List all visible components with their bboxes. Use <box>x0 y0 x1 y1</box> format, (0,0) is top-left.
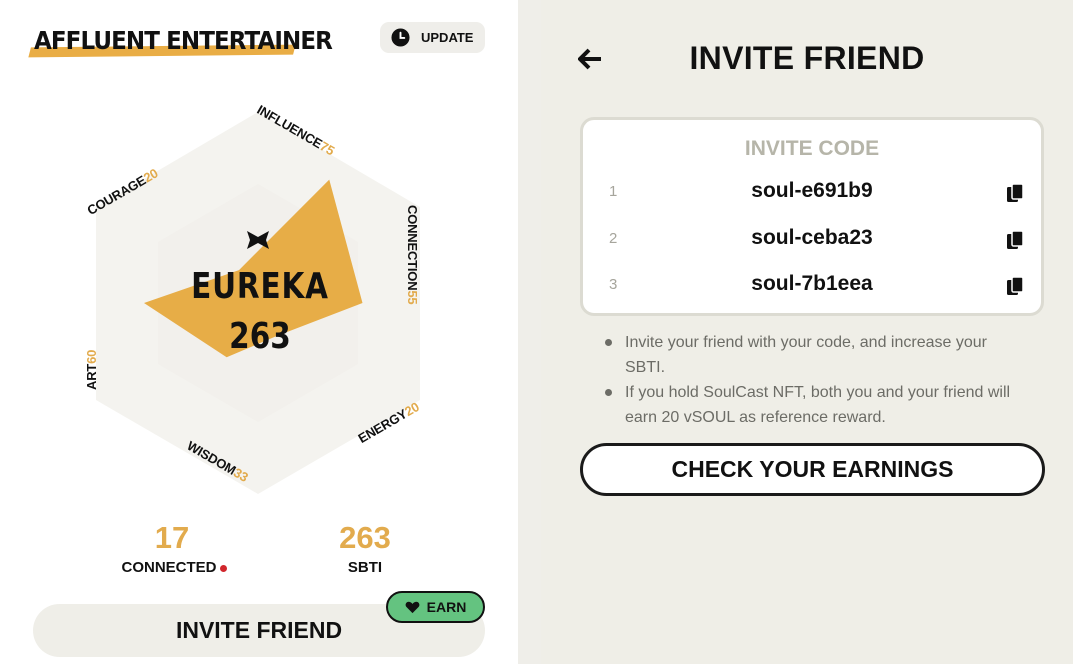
code-value: soul-7b1eea <box>751 272 873 295</box>
stat-label-art: ART60 <box>84 349 99 390</box>
copy-icon[interactable] <box>1006 230 1024 250</box>
page-title: INVITE FRIEND <box>689 40 925 76</box>
update-label: UPDATE <box>421 30 474 45</box>
soul-type-name: EUREKA <box>191 266 329 307</box>
soul-score: 263 <box>229 316 291 357</box>
profile-panel: AFFLUENT ENTERTAINER UPDATE INFLUENCE75 … <box>0 0 518 664</box>
check-earnings-label: CHECK YOUR EARNINGS <box>671 456 954 482</box>
copy-icon[interactable] <box>1006 183 1024 203</box>
profile-title: AFFLUENT ENTERTAINER <box>34 26 333 55</box>
earn-label: EARN <box>426 599 467 615</box>
code-value: soul-ceba23 <box>751 226 873 249</box>
clock-icon <box>391 28 410 47</box>
sbti-value: 263 <box>339 520 391 555</box>
connected-label: CONNECTED <box>104 559 244 576</box>
stat-label-connection: CONNECTION55 <box>405 205 420 305</box>
invite-friend-label: INVITE FRIEND <box>175 617 343 643</box>
earn-badge[interactable]: EARN <box>386 591 485 623</box>
connected-count: 17 <box>154 520 190 555</box>
invite-panel: INVITE FRIEND INVITE CODE 1 soul-e691b9 … <box>541 0 1073 664</box>
notification-dot <box>219 564 227 572</box>
update-button[interactable]: UPDATE <box>380 22 485 53</box>
code-value: soul-e691b9 <box>751 179 873 202</box>
invite-note: If you hold SoulCast NFT, both you and y… <box>605 380 1015 430</box>
invite-note: Invite your friend with your code, and i… <box>605 330 1015 380</box>
invite-code-row: 2 soul-ceba23 <box>583 220 1041 260</box>
copy-icon[interactable] <box>1006 276 1024 296</box>
invite-code-row: 3 soul-7b1eea <box>583 266 1041 306</box>
eureka-emblem-icon <box>247 231 269 249</box>
sbti-label: SBTI <box>347 559 383 576</box>
heart-icon <box>405 601 420 613</box>
check-earnings-button[interactable]: CHECK YOUR EARNINGS <box>580 443 1045 496</box>
invite-code-row: 1 soul-e691b9 <box>583 173 1041 213</box>
invite-code-header: INVITE CODE <box>744 137 880 160</box>
invite-notes: Invite your friend with your code, and i… <box>605 330 1015 430</box>
invite-code-card: INVITE CODE 1 soul-e691b9 2 soul-ceba23 … <box>580 117 1044 316</box>
